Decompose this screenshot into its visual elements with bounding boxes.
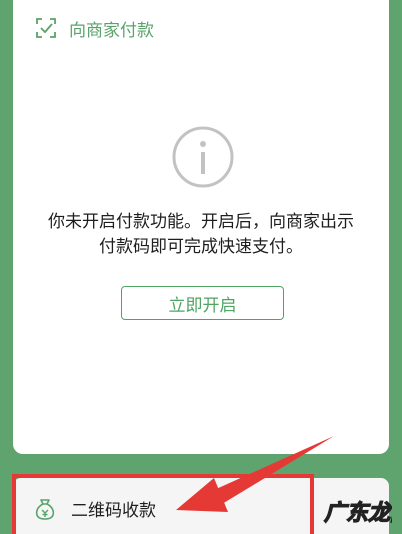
scan-icon	[35, 17, 57, 39]
notice-line-1: 你未开启付款功能。开启后，向商家出示	[48, 212, 354, 232]
pay-merchant-card: 向商家付款 你未开启付款功能。开启后，向商家出示 付款码即可完成快速支付。 立即…	[13, 0, 389, 454]
info-icon	[171, 125, 235, 189]
money-bag-icon	[33, 497, 57, 521]
qr-collect-row[interactable]: 二维码收款	[33, 496, 156, 521]
notice-message: 你未开启付款功能。开启后，向商家出示 付款码即可完成快速支付。	[13, 210, 389, 260]
watermark-logo: 广东龙网	[323, 499, 392, 526]
payment-screen: 向商家付款 你未开启付款功能。开启后，向商家出示 付款码即可完成快速支付。 立即…	[0, 0, 402, 534]
svg-text:广东龙网: 广东龙网	[324, 500, 392, 526]
card-title: 向商家付款	[69, 20, 154, 41]
card-header[interactable]: 向商家付款	[35, 14, 154, 42]
enable-now-button[interactable]: 立即开启	[121, 286, 284, 320]
qr-collect-label: 二维码收款	[71, 501, 156, 521]
notice-line-2: 付款码即可完成快速支付。	[99, 237, 303, 257]
